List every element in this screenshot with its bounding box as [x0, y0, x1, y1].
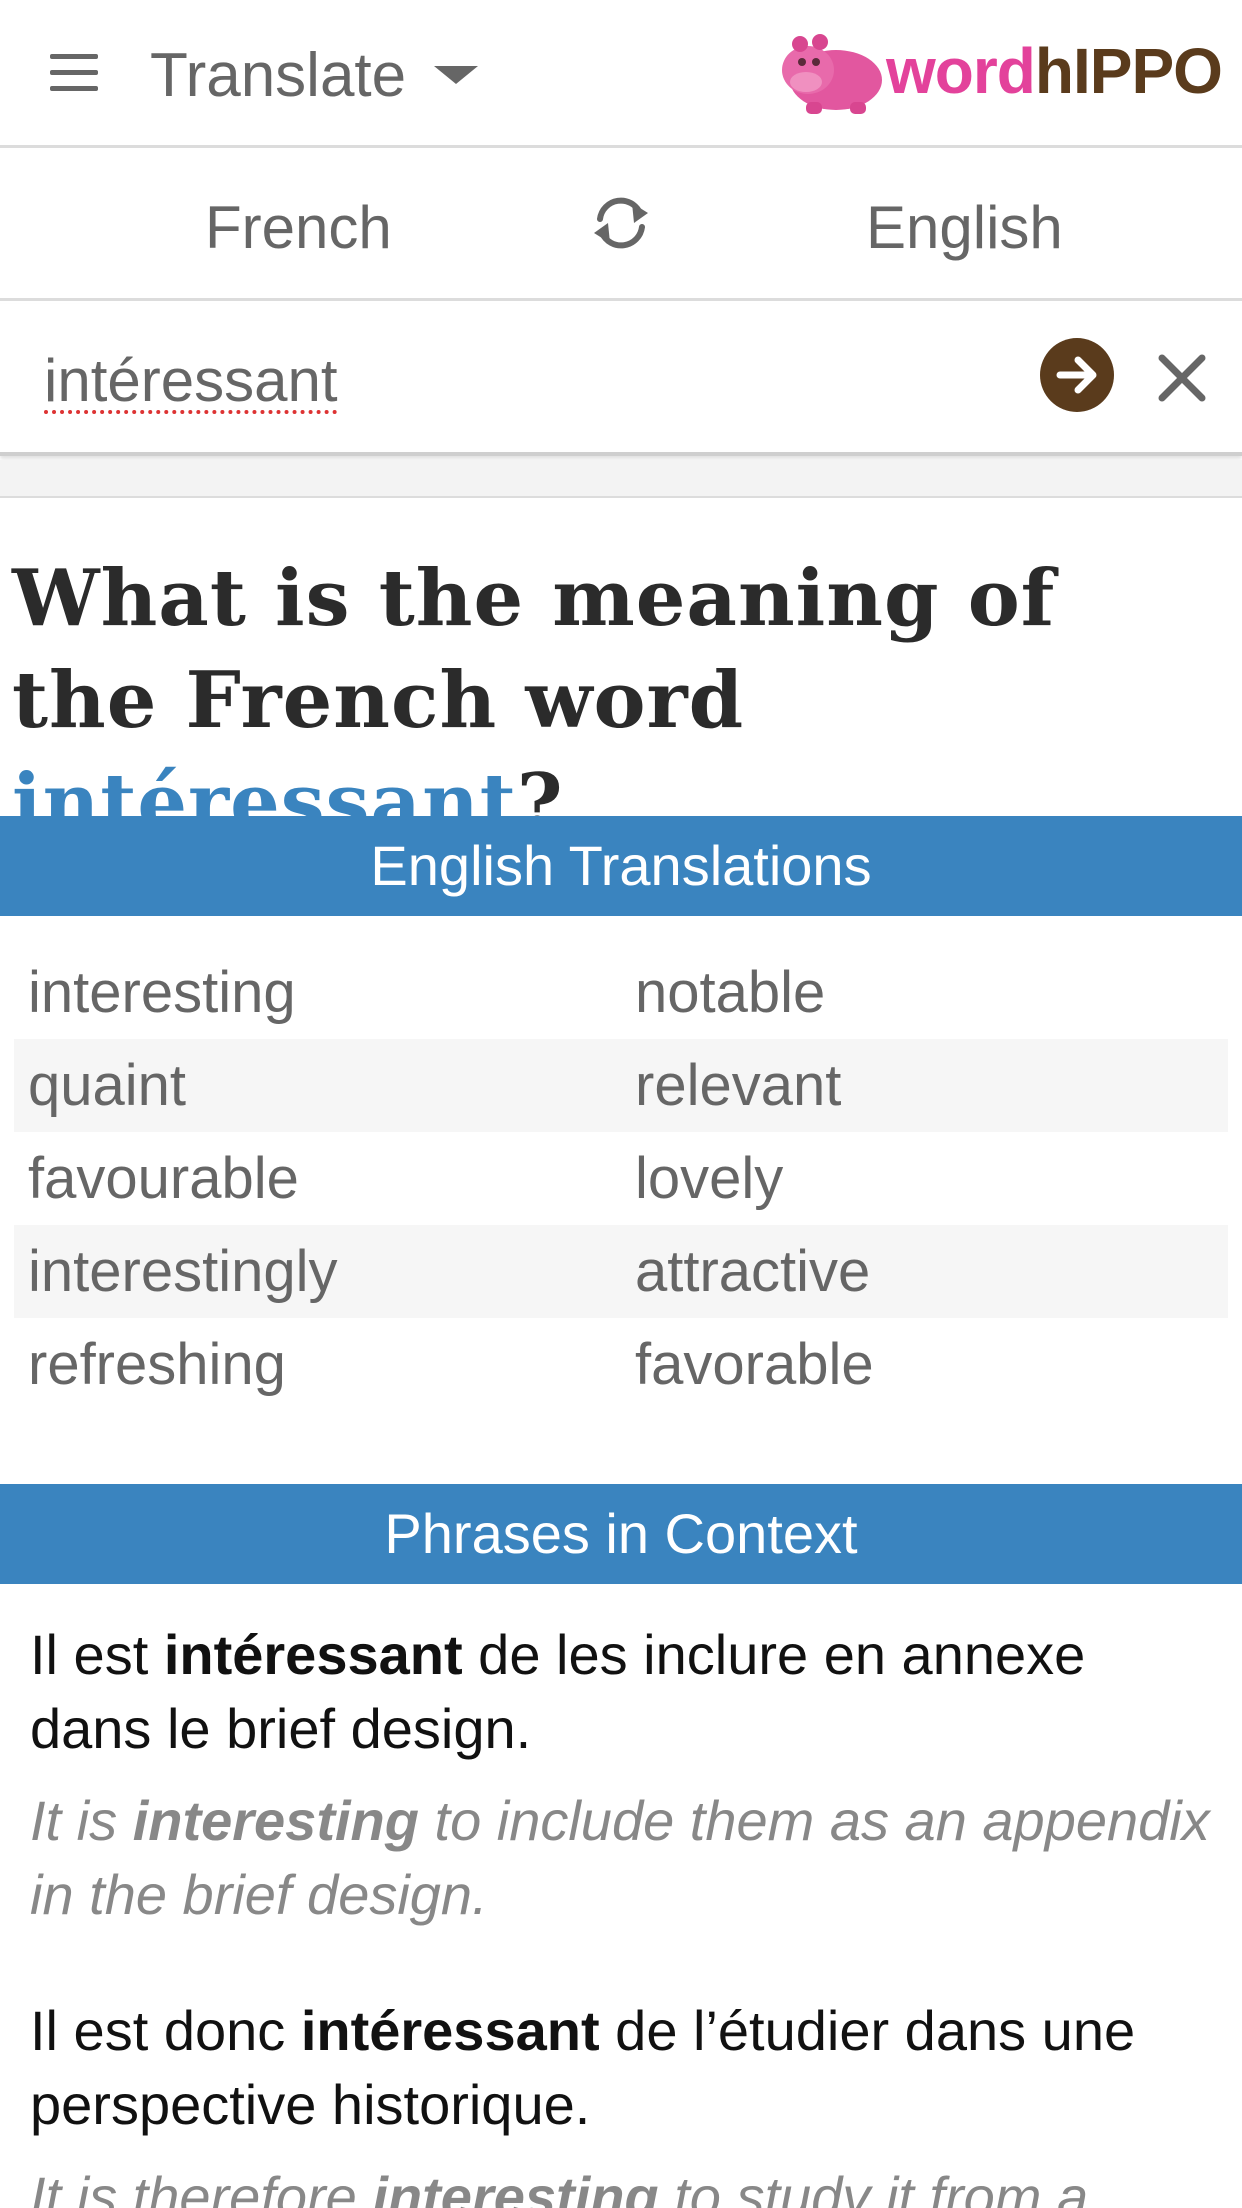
- hippo-mascot-icon: [782, 34, 882, 114]
- phrase-english: It is interesting to include them as an …: [30, 1784, 1220, 1932]
- phrase-en-before: It is therefore: [30, 2165, 373, 2208]
- translation-link[interactable]: favorable: [621, 1331, 1228, 1398]
- table-row: favourable lovely: [14, 1132, 1228, 1225]
- translation-link[interactable]: quaint: [14, 1052, 621, 1119]
- translation-link[interactable]: favourable: [14, 1145, 621, 1212]
- phrase-fr-keyword: intéressant: [300, 1999, 600, 2062]
- translate-dropdown-label: Translate: [150, 40, 407, 110]
- phrase-item: Il est intéressant de les inclure en ann…: [30, 1618, 1220, 1932]
- translation-link[interactable]: interesting: [14, 959, 621, 1026]
- phrase-en-keyword: interesting: [372, 2165, 659, 2208]
- table-row: quaint relevant: [14, 1039, 1228, 1132]
- phrases-header: Phrases in Context: [0, 1484, 1242, 1584]
- top-bar: Translate wordhIPPO: [0, 0, 1242, 148]
- search-input[interactable]: [44, 340, 1004, 420]
- page-title: What is the meaning of the French word i…: [12, 548, 1222, 854]
- table-row: interestingly attractive: [14, 1225, 1228, 1318]
- phrase-french: Il est intéressant de les inclure en ann…: [30, 1618, 1220, 1766]
- go-button[interactable]: [1040, 338, 1114, 412]
- phrase-english: It is therefore interesting to study it …: [30, 2160, 1220, 2208]
- phrase-item: Il est donc intéressant de l’étudier dan…: [30, 1994, 1220, 2208]
- hamburger-menu-icon[interactable]: [48, 52, 102, 94]
- translation-link[interactable]: refreshing: [14, 1331, 621, 1398]
- title-prefix: What is the meaning of the French word: [12, 553, 1056, 746]
- phrase-french: Il est donc intéressant de l’étudier dan…: [30, 1994, 1220, 2142]
- translation-link[interactable]: interestingly: [14, 1238, 621, 1305]
- phrase-en-before: It is: [30, 1789, 133, 1852]
- arrow-right-icon: [1056, 356, 1097, 394]
- caret-down-icon: [434, 66, 479, 84]
- translation-link[interactable]: relevant: [621, 1052, 1228, 1119]
- translations-table: interesting notable quaint relevant favo…: [14, 946, 1228, 1411]
- search-bar: [0, 304, 1242, 456]
- table-row: interesting notable: [14, 946, 1228, 1039]
- clear-search-icon[interactable]: [1156, 352, 1208, 404]
- table-row: refreshing favorable: [14, 1318, 1228, 1411]
- phrase-en-after: to study it from a: [658, 2165, 1089, 2208]
- translation-link[interactable]: notable: [621, 959, 1228, 1026]
- source-language-button[interactable]: French: [205, 193, 392, 262]
- phrase-en-keyword: interesting: [132, 1789, 419, 1852]
- translations-header: English Translations: [0, 816, 1242, 916]
- translation-link[interactable]: attractive: [621, 1238, 1228, 1305]
- swap-languages-icon[interactable]: [588, 189, 654, 255]
- phrase-fr-before: Il est: [30, 1623, 164, 1686]
- phrase-fr-keyword: intéressant: [163, 1623, 463, 1686]
- phrase-fr-before: Il est donc: [30, 1999, 301, 2062]
- wordhippo-logo[interactable]: wordhIPPO: [778, 22, 1224, 122]
- translation-link[interactable]: lovely: [621, 1145, 1228, 1212]
- translate-dropdown[interactable]: Translate: [150, 40, 479, 110]
- divider-strip: [0, 460, 1242, 498]
- language-bar: French English: [0, 151, 1242, 301]
- logo-word-text: word: [886, 35, 1036, 107]
- target-language-button[interactable]: English: [866, 193, 1063, 262]
- logo-hippo-text: hIPPO: [1034, 35, 1223, 107]
